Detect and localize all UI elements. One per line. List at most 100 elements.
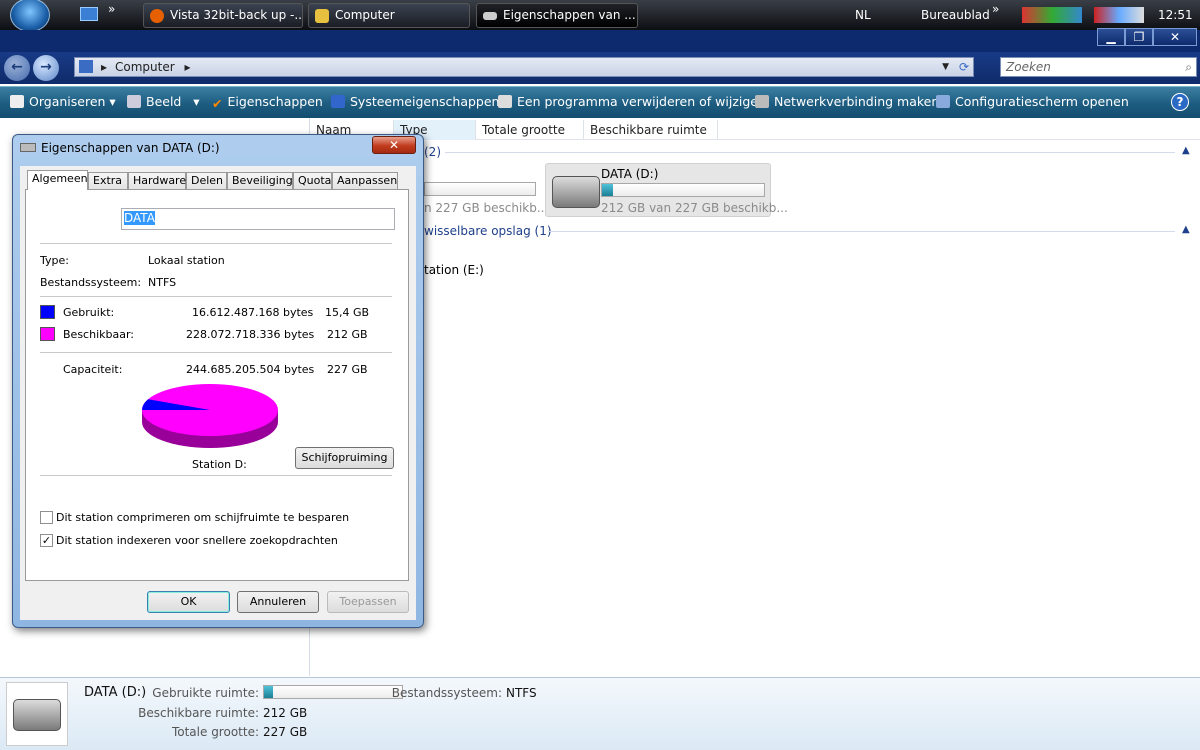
apply-button[interactable]: Toepassen xyxy=(327,591,409,613)
compress-label[interactable]: Dit station comprimeren om schijfruimte … xyxy=(56,511,349,524)
restore-button[interactable]: ❐ xyxy=(1125,28,1153,46)
details-fs-value: NTFS xyxy=(506,686,537,700)
drive-d-usage-fill xyxy=(602,184,614,196)
free-label: Beschikbaar: xyxy=(63,328,134,341)
tab-security[interactable]: Beveiliging xyxy=(227,172,293,189)
organize-button[interactable]: Organiseren ▾ xyxy=(10,94,116,109)
tab-quota[interactable]: Quota xyxy=(293,172,332,189)
search-input[interactable]: Zoeken ⌕ xyxy=(1000,57,1197,77)
collapse-icon[interactable]: ▲ xyxy=(1182,224,1190,235)
desktop-chevron[interactable]: » xyxy=(992,2,999,16)
map-network-drive-button[interactable]: Netwerkverbinding maken xyxy=(755,94,939,109)
view-button[interactable]: Beeld ▾ xyxy=(127,94,200,109)
dialog-close-button[interactable]: ✕ xyxy=(372,136,416,154)
control-panel-button[interactable]: Configuratiescherm openen xyxy=(936,94,1129,109)
language-indicator[interactable]: NL xyxy=(855,8,871,22)
type-value: Lokaal station xyxy=(148,254,225,267)
separator xyxy=(40,475,392,476)
capacity-label: Capaciteit: xyxy=(63,363,123,376)
checkmark-icon: ✔ xyxy=(212,96,223,111)
refresh-icon[interactable]: ⟳ xyxy=(959,58,969,76)
close-button[interactable]: ✕ xyxy=(1153,28,1197,46)
ok-button[interactable]: OK xyxy=(147,591,230,613)
system-properties-button[interactable]: Systeemeigenschappen xyxy=(331,94,499,109)
back-button[interactable]: ← xyxy=(4,55,30,81)
drive-d-tile[interactable]: DATA (D:) 212 GB van 227 GB beschikb... xyxy=(545,163,788,217)
type-label: Type: xyxy=(40,254,69,267)
tab-customize[interactable]: Aanpassen xyxy=(332,172,398,189)
disk-usage-pie xyxy=(142,384,278,448)
minimize-button[interactable]: ▁ xyxy=(1097,28,1125,46)
drive-d-usage-bar xyxy=(601,183,765,197)
tab-sharing[interactable]: Delen xyxy=(186,172,227,189)
disk-cleanup-button[interactable]: Schijfopruiming xyxy=(295,447,394,469)
uninstall-program-button[interactable]: Een programma verwijderen of wijzigen xyxy=(498,94,766,109)
free-bytes: 228.072.718.336 bytes xyxy=(186,328,315,341)
monitor-icon xyxy=(331,95,345,108)
used-color-swatch xyxy=(40,305,55,319)
show-desktop-icon[interactable] xyxy=(80,7,98,21)
details-free-value: 212 GB xyxy=(263,706,308,720)
dialog-title: Eigenschappen van DATA (D:) xyxy=(41,141,220,155)
tool-label: Eigenschappen xyxy=(227,94,323,109)
used-label: Gebruikt: xyxy=(63,306,115,319)
clock[interactable]: 12:51 xyxy=(1158,8,1193,22)
quicklaunch-chevron[interactable]: » xyxy=(108,2,115,16)
hard-drive-icon xyxy=(552,176,600,208)
help-button[interactable]: ? xyxy=(1171,93,1189,111)
used-bytes: 16.612.487.168 bytes xyxy=(192,306,314,319)
tray-volume-network-icons[interactable] xyxy=(1094,7,1144,23)
details-used-label: Gebruikte ruimte: xyxy=(152,686,259,700)
drive-d-name: DATA (D:) xyxy=(601,167,659,181)
cancel-button[interactable]: Annuleren xyxy=(237,591,319,613)
capacity-bytes: 244.685.205.504 bytes xyxy=(186,363,315,376)
column-free-space[interactable]: Beschikbare ruimte xyxy=(584,120,718,140)
breadcrumb-computer[interactable]: Computer xyxy=(115,60,175,74)
capacity-gb: 227 GB xyxy=(327,363,368,376)
program-icon xyxy=(498,95,512,108)
taskbar-button-properties[interactable]: Eigenschappen van ... xyxy=(476,3,638,28)
forward-button[interactable]: → xyxy=(33,55,59,81)
index-label[interactable]: Dit station indexeren voor snellere zoek… xyxy=(56,534,338,547)
details-total-value: 227 GB xyxy=(263,725,308,739)
tool-label: Configuratiescherm openen xyxy=(955,94,1129,109)
separator xyxy=(40,243,392,244)
control-panel-icon xyxy=(936,95,950,108)
hard-drive-icon xyxy=(13,699,61,731)
address-bar[interactable]: ▸ Computer ▸ ▼ ⟳ xyxy=(74,57,974,77)
group-hard-drives-count[interactable]: (2) xyxy=(424,145,441,159)
tab-tools[interactable]: Extra xyxy=(88,172,128,189)
tab-general[interactable]: Algemeen xyxy=(27,170,88,190)
drive-icon xyxy=(483,12,497,20)
free-color-swatch xyxy=(40,327,55,341)
tool-label: Systeemeigenschappen xyxy=(350,94,500,109)
breadcrumb-separator[interactable]: ▸ xyxy=(101,58,107,76)
group-divider xyxy=(548,231,1175,232)
drive-c-free-text[interactable]: n 227 GB beschikb... xyxy=(424,201,548,215)
chevron-down-icon[interactable]: ▼ xyxy=(942,58,949,76)
drive-e-label[interactable]: tation (E:) xyxy=(424,263,484,277)
search-icon[interactable]: ⌕ xyxy=(1185,58,1192,76)
compress-checkbox[interactable] xyxy=(40,511,53,524)
tray-icons[interactable] xyxy=(1022,7,1082,23)
taskbar-label: Computer xyxy=(335,8,395,22)
volume-name-input[interactable]: DATA xyxy=(121,208,395,230)
desktop-toolbar[interactable]: Bureaublad xyxy=(921,8,990,22)
separator xyxy=(40,296,392,297)
column-total-size[interactable]: Totale grootte xyxy=(476,120,584,140)
tab-hardware[interactable]: Hardware xyxy=(128,172,186,189)
details-free-label: Beschikbare ruimte: xyxy=(138,706,259,720)
collapse-icon[interactable]: ▲ xyxy=(1182,145,1190,156)
group-removable-storage[interactable]: wisselbare opslag (1) xyxy=(424,224,552,238)
breadcrumb-separator[interactable]: ▸ xyxy=(184,60,190,74)
details-usage-fill xyxy=(264,686,274,698)
details-total-label: Totale grootte: xyxy=(171,725,259,739)
tool-label: Organiseren xyxy=(29,94,106,109)
taskbar-button-computer[interactable]: Computer xyxy=(308,3,470,28)
properties-button[interactable]: ✔ Eigenschappen xyxy=(212,94,323,111)
used-gb: 15,4 GB xyxy=(325,306,370,319)
taskbar-button-firefox[interactable]: Vista 32bit-back up -... xyxy=(143,3,303,28)
taskbar-label: Eigenschappen van ... xyxy=(503,8,636,22)
details-fs-label: Bestandssysteem: xyxy=(391,686,502,700)
index-checkbox[interactable]: ✓ xyxy=(40,534,53,547)
